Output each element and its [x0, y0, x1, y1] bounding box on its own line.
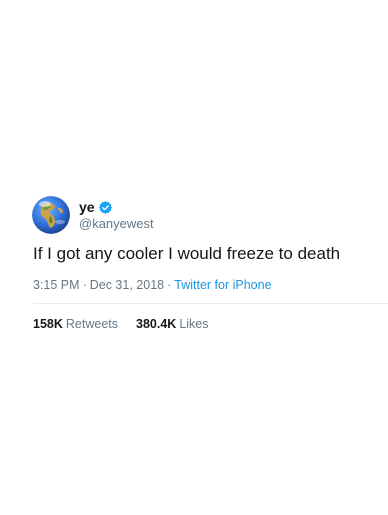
divider [33, 303, 388, 304]
display-name[interactable]: ye [79, 199, 95, 215]
tweet-text: If I got any cooler I would freeze to de… [33, 244, 341, 263]
meta-separator: · [167, 278, 172, 292]
tweet-meta: 3:15 PM · Dec 31, 2018 · Twitter for iPhone [33, 277, 272, 293]
retweets-label: Retweets [65, 317, 118, 331]
likes-count: 380.4K [136, 317, 177, 331]
user-handle[interactable]: @kanyewest [79, 216, 154, 231]
tweet-date[interactable]: Dec 31, 2018 [90, 278, 164, 292]
tweet-source-link[interactable]: Twitter for iPhone [174, 278, 271, 292]
likes-stat[interactable]: 380.4K Likes [136, 316, 209, 332]
earth-globe-icon [32, 196, 70, 234]
tweet-card: ye @kanyewest If I got any cooler I woul… [0, 0, 388, 515]
tweet-stats: 158K Retweets 380.4K Likes [33, 316, 209, 332]
likes-label: Likes [179, 317, 209, 331]
meta-separator: · [82, 278, 87, 292]
tweet-time[interactable]: 3:15 PM [33, 278, 80, 292]
retweets-count: 158K [33, 317, 63, 331]
name-row: ye [79, 199, 112, 215]
avatar[interactable] [32, 196, 70, 234]
retweets-stat[interactable]: 158K Retweets [33, 316, 118, 332]
verified-badge-icon [98, 200, 112, 214]
